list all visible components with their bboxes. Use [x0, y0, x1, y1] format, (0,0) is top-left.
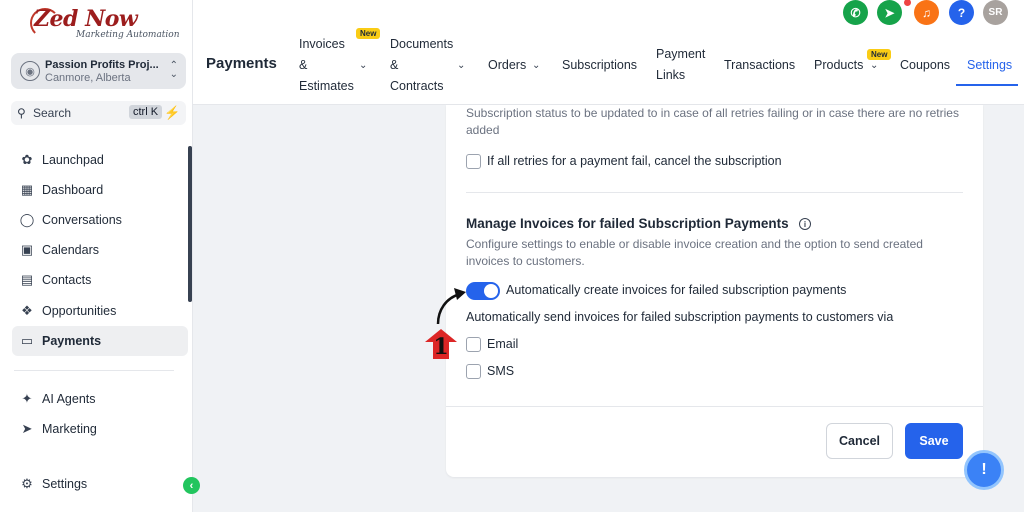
sidebar-item-label: Calendars: [42, 243, 99, 257]
email-checkbox[interactable]: [466, 337, 481, 352]
sidebar-item-label: Opportunities: [42, 304, 117, 318]
sidebar-item-contacts[interactable]: ▤ Contacts: [12, 265, 188, 295]
annotation-step-number: 1: [433, 334, 449, 360]
sidebar-item-ai-agents[interactable]: ✦ AI Agents: [12, 384, 188, 414]
sidebar-item-dashboard[interactable]: ▦ Dashboard: [12, 175, 188, 205]
sidebar-item-opportunities[interactable]: ❖ Opportunities: [12, 296, 188, 326]
page-title: Payments: [206, 55, 277, 72]
user-avatar[interactable]: SR: [983, 0, 1008, 25]
sidebar-item-label: AI Agents: [42, 392, 96, 406]
annotation-step: 1: [424, 328, 458, 360]
logo-subtext: Marketing Automation: [76, 30, 180, 40]
chevron-down-icon: ⌄: [870, 60, 879, 71]
tab-subscriptions[interactable]: Subscriptions: [562, 55, 637, 76]
sms-label: SMS: [487, 364, 515, 378]
cancel-subscription-checkbox[interactable]: [466, 154, 481, 169]
tab-label: Documents: [390, 37, 454, 51]
sidebar-divider: [14, 370, 174, 371]
calendar-icon: ▣: [20, 242, 34, 257]
sparkle-icon: ✦: [21, 391, 33, 406]
tab-label-line2: &: [390, 58, 399, 72]
sidebar-item-conversations[interactable]: ◯ Conversations: [12, 205, 188, 235]
tab-label: Payment: [656, 47, 706, 61]
chevron-down-icon: ⌄: [532, 60, 541, 71]
phone-icon[interactable]: ✆: [843, 0, 868, 25]
sidebar-item-label: Launchpad: [42, 153, 104, 167]
sidebar-item-label: Payments: [42, 334, 102, 348]
settings-card: Subscription status to be updated to in …: [446, 105, 983, 477]
chevron-down-icon: ⌄: [457, 60, 466, 71]
send-icon: ➤: [21, 421, 33, 436]
cancel-subscription-label: If all retries for a payment fail, cance…: [487, 154, 782, 168]
tab-label: Orders: [488, 58, 527, 72]
invoices-section-title: Manage Invoices for failed Subscription …: [466, 216, 789, 231]
sidebar-item-label: Dashboard: [42, 183, 104, 197]
cancel-button[interactable]: Cancel: [826, 423, 893, 459]
sidebar-item-settings[interactable]: ⚙ Settings: [12, 469, 188, 499]
grid-icon: ▦: [20, 182, 34, 197]
sms-checkbox[interactable]: [466, 364, 481, 379]
save-button[interactable]: Save: [905, 423, 963, 459]
megaphone-icon[interactable]: ➤: [877, 0, 902, 25]
tab-coupons[interactable]: Coupons: [900, 55, 950, 76]
tab-label-line2: &: [299, 58, 308, 72]
sidebar-item-launchpad[interactable]: ✿ Launchpad: [12, 145, 188, 175]
account-switcher[interactable]: ◉ Passion Profits Proj... Canmore, Alber…: [11, 53, 186, 89]
toggle-knob: [484, 284, 498, 298]
sidebar-item-label: Contacts: [42, 273, 92, 287]
email-label: Email: [487, 337, 519, 351]
logo-text: Zed Now: [34, 6, 138, 32]
sidebar-item-payments[interactable]: ▭ Payments: [12, 326, 188, 356]
contacts-icon: ▤: [20, 272, 34, 287]
retry-status-text: Subscription status to be updated to in …: [466, 106, 959, 137]
chevron-down-icon: ⌄: [359, 60, 368, 71]
chat-icon: ◯: [19, 212, 35, 227]
top-header: Payments Invoices & Estimates New ⌄ Docu…: [193, 0, 1024, 105]
help-button[interactable]: ?: [949, 0, 974, 25]
info-icon[interactable]: i: [799, 218, 811, 230]
section-divider: [466, 192, 963, 193]
chevron-updown-icon: ⌃ ⌄: [169, 60, 178, 80]
tab-label: Products: [814, 58, 864, 72]
funnel-icon: ❖: [21, 303, 33, 318]
collapse-sidebar-button[interactable]: ‹: [183, 477, 200, 494]
annotation-arrow-icon: [436, 288, 466, 325]
tab-transactions[interactable]: Transactions: [724, 55, 795, 76]
bolt-icon[interactable]: ⚡: [164, 105, 180, 121]
new-badge: New: [356, 28, 381, 39]
search-shortcut: ctrl K: [129, 105, 163, 119]
account-name: Passion Profits Proj...: [45, 59, 159, 71]
new-badge: New: [867, 49, 892, 60]
bell-icon[interactable]: ♫: [914, 0, 939, 25]
receipt-icon: ▭: [20, 333, 34, 348]
tab-label-line2: Links: [656, 68, 686, 82]
sidebar-item-marketing[interactable]: ➤ Marketing: [12, 414, 188, 444]
tab-label-line3: Estimates: [299, 79, 354, 93]
tab-label: Invoices: [299, 37, 345, 51]
gear-icon: ⚙: [21, 476, 33, 491]
tab-label-line3: Contracts: [390, 79, 444, 93]
sidebar-scrollbar[interactable]: [188, 146, 192, 302]
tab-settings[interactable]: Settings: [967, 55, 1012, 76]
sidebar-item-label: Settings: [42, 477, 88, 491]
sidebar-item-calendars[interactable]: ▣ Calendars: [12, 235, 188, 265]
sidebar: Zed Now Marketing Automation ◉ Passion P…: [0, 0, 193, 512]
brand-logo[interactable]: Zed Now Marketing Automation: [30, 6, 180, 46]
auto-send-label: Automatically send invoices for failed s…: [466, 310, 894, 324]
auto-create-label: Automatically create invoices for failed…: [506, 283, 847, 297]
active-tab-indicator: [956, 84, 1018, 86]
search-label: Search: [33, 106, 72, 120]
invoices-section-desc: Configure settings to enable or disable …: [466, 237, 923, 268]
search-bar[interactable]: ⚲ Search ctrl K ⚡: [11, 101, 186, 125]
sidebar-item-label: Marketing: [42, 422, 97, 436]
rocket-icon: ✿: [21, 152, 33, 167]
account-location: Canmore, Alberta: [45, 72, 131, 84]
sidebar-item-label: Conversations: [42, 213, 122, 227]
search-icon: ⚲: [17, 106, 26, 120]
location-avatar-icon: ◉: [20, 61, 40, 81]
support-chat-button[interactable]: !: [964, 450, 1004, 490]
footer-divider: [446, 406, 983, 407]
